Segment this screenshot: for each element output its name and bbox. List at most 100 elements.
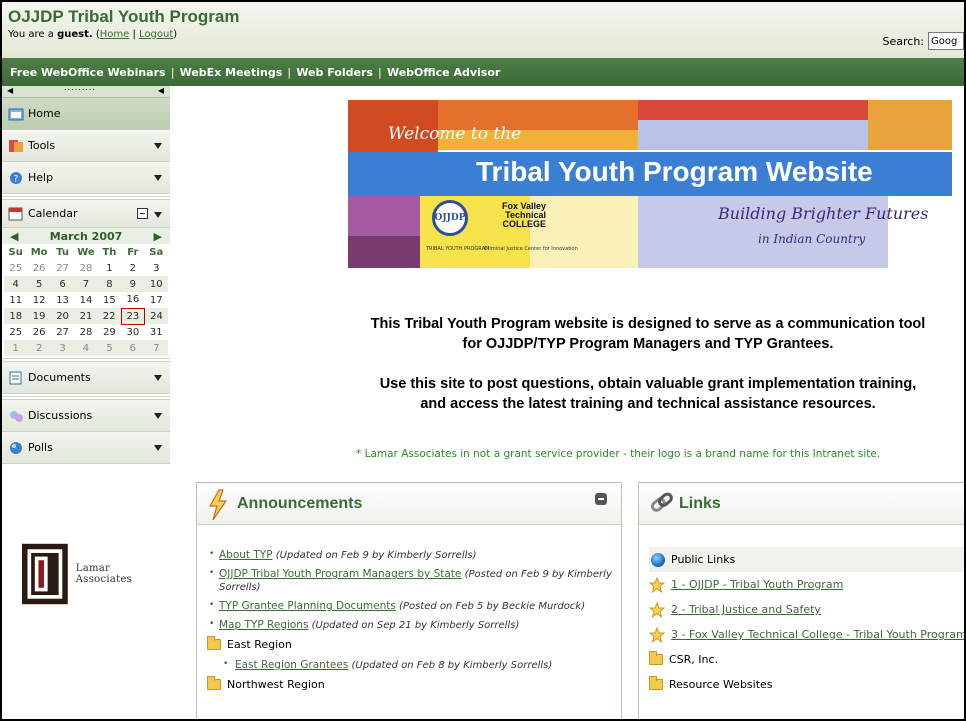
- prev-month-icon[interactable]: ◀: [10, 230, 18, 243]
- minimize-icon[interactable]: [595, 493, 607, 505]
- calendar-day[interactable]: 29: [98, 324, 121, 340]
- calendar-month-bar: ◀ March 2007 ▶: [2, 228, 170, 244]
- search-input[interactable]: [928, 32, 964, 50]
- nav-web-folders[interactable]: Web Folders: [296, 66, 373, 79]
- home-link[interactable]: Home: [100, 29, 130, 40]
- lightning-icon: [208, 489, 228, 521]
- calendar-day[interactable]: 2: [121, 260, 144, 276]
- nav-webinars[interactable]: Free WebOffice Webinars: [10, 66, 166, 79]
- sidebar-scroll-bar[interactable]: ◀ ......... ◀: [2, 83, 170, 98]
- calendar-day[interactable]: 9: [121, 276, 145, 292]
- calendar-day[interactable]: 19: [27, 308, 51, 324]
- announcement-link[interactable]: OJJDP Tribal Youth Program Managers by S…: [219, 568, 461, 580]
- scroll-left-icon[interactable]: ◀: [7, 86, 13, 95]
- calendar-day[interactable]: 5: [97, 340, 122, 356]
- day-name: Th: [102, 246, 117, 258]
- calendar-header[interactable]: Calendar: [2, 200, 170, 228]
- calendar-day[interactable]: 1: [98, 260, 121, 276]
- public-links-label: Public Links: [671, 553, 736, 566]
- announcement-link[interactable]: East Region Grantees: [235, 659, 348, 671]
- sidebar-item-discussions[interactable]: Discussions: [2, 400, 170, 432]
- calendar-day[interactable]: 4: [74, 340, 98, 356]
- calendar-day[interactable]: 6: [121, 340, 145, 356]
- calendar-day[interactable]: 27: [51, 260, 74, 276]
- announcement-link[interactable]: TYP Grantee Planning Documents: [219, 600, 396, 612]
- nav-advisor[interactable]: WebOffice Advisor: [387, 66, 500, 79]
- calendar-day[interactable]: 17: [145, 292, 168, 308]
- chevron-down-icon[interactable]: [154, 375, 162, 381]
- fox-valley-logo: Fox Valley Technical COLLEGE: [486, 202, 546, 242]
- calendar-label: Calendar: [28, 207, 78, 220]
- calendar-day[interactable]: 22: [97, 308, 122, 324]
- calendar-day[interactable]: 1: [4, 340, 28, 356]
- public-links-row[interactable]: Public Links: [649, 547, 964, 572]
- list-item: 3 - Fox Valley Technical College - Triba…: [649, 622, 964, 647]
- calendar-day[interactable]: 27: [51, 324, 74, 340]
- documents-icon: [9, 371, 22, 384]
- calendar-day[interactable]: 15: [98, 292, 121, 308]
- calendar-day[interactable]: 31: [145, 324, 168, 340]
- chevron-down-icon[interactable]: [154, 212, 162, 218]
- calendar-day[interactable]: 6: [50, 276, 75, 292]
- sidebar-item-tools[interactable]: Tools: [2, 130, 170, 162]
- chevron-down-icon[interactable]: [154, 143, 162, 149]
- scroll-right-icon[interactable]: ◀: [158, 86, 164, 95]
- calendar-day[interactable]: 14: [74, 292, 97, 308]
- calendar-day[interactable]: 28: [74, 260, 97, 276]
- scroll-grip[interactable]: .........: [64, 83, 96, 92]
- calendar-day[interactable]: 16: [121, 292, 144, 308]
- folder-csr[interactable]: CSR, Inc.: [649, 647, 964, 672]
- lamar-logo-text: Lamar Associates: [75, 563, 133, 585]
- search-area: Search:: [883, 32, 964, 50]
- tools-icon: [9, 139, 23, 152]
- calendar-day[interactable]: 7: [144, 340, 168, 356]
- sidebar-item-label: Tools: [28, 139, 56, 152]
- calendar-day[interactable]: 18: [4, 308, 28, 324]
- calendar-day[interactable]: 2: [27, 340, 51, 356]
- sidebar-item-home[interactable]: Home: [2, 98, 170, 130]
- link-item[interactable]: 3 - Fox Valley Technical College - Triba…: [671, 628, 964, 641]
- folder-northwest-region[interactable]: Northwest Region: [207, 676, 621, 691]
- calendar-day[interactable]: 5: [27, 276, 51, 292]
- announcement-link[interactable]: Map TYP Regions: [219, 619, 308, 631]
- chevron-down-icon[interactable]: [154, 413, 162, 419]
- calendar-day[interactable]: 3: [50, 340, 75, 356]
- sidebar-item-documents[interactable]: Documents: [2, 362, 170, 394]
- day-name: Tu: [56, 246, 69, 258]
- calendar-day[interactable]: 4: [4, 276, 28, 292]
- nav-webex[interactable]: WebEx Meetings: [180, 66, 283, 79]
- calendar-day[interactable]: 26: [27, 324, 50, 340]
- calendar-week: 11 12 13 14 15 16 17: [4, 292, 168, 308]
- folder-east-region[interactable]: East Region: [207, 636, 621, 651]
- chevron-down-icon[interactable]: [154, 175, 162, 181]
- calendar-day[interactable]: 26: [27, 260, 50, 276]
- link-item[interactable]: 1 - OJJDP - Tribal Youth Program: [671, 578, 843, 591]
- calendar-day[interactable]: 10: [144, 276, 168, 292]
- sidebar-item-polls[interactable]: Polls: [2, 432, 170, 464]
- calendar-day[interactable]: 20: [50, 308, 75, 324]
- calendar-day[interactable]: 28: [74, 324, 97, 340]
- link-item[interactable]: 2 - Tribal Justice and Safety: [671, 603, 821, 616]
- sidebar-item-help[interactable]: ? Help: [2, 162, 170, 194]
- calendar-day[interactable]: 25: [4, 324, 27, 340]
- next-month-icon[interactable]: ▶: [154, 230, 162, 243]
- minimize-icon[interactable]: [137, 208, 148, 219]
- calendar-day[interactable]: 8: [97, 276, 122, 292]
- calendar-day[interactable]: 13: [51, 292, 74, 308]
- intro-line-1: This Tribal Youth Program website is des…: [370, 316, 926, 332]
- calendar-day[interactable]: 24: [144, 308, 168, 324]
- chevron-down-icon[interactable]: [154, 445, 162, 451]
- calendar-day[interactable]: 30: [121, 324, 144, 340]
- calendar-day[interactable]: 25: [4, 260, 27, 276]
- calendar-day[interactable]: 3: [145, 260, 168, 276]
- calendar-day[interactable]: 12: [27, 292, 50, 308]
- announcement-link[interactable]: About TYP: [219, 549, 273, 561]
- calendar-day[interactable]: 21: [74, 308, 98, 324]
- sidebar-item-label: Home: [28, 107, 61, 120]
- calendar-day[interactable]: 11: [4, 292, 27, 308]
- folder-label: Northwest Region: [227, 678, 325, 691]
- calendar-day[interactable]: 7: [74, 276, 98, 292]
- folder-resource-websites[interactable]: Resource Websites: [649, 672, 964, 697]
- calendar-day-today[interactable]: 23: [120, 307, 146, 325]
- logout-link[interactable]: Logout: [139, 29, 173, 40]
